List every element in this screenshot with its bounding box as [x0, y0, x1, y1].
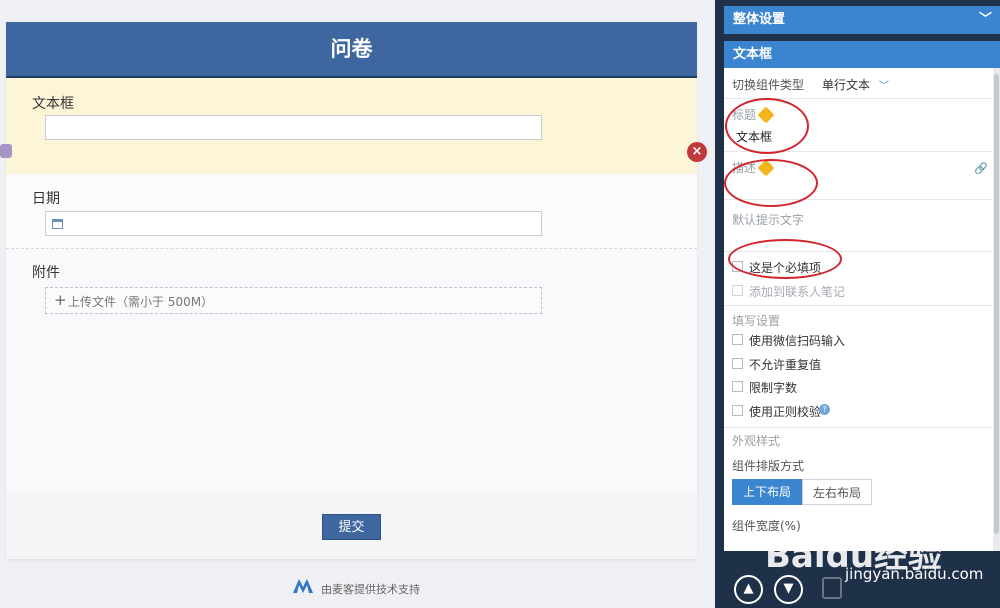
- scrollbar[interactable]: [993, 68, 1000, 551]
- scroll-down-button[interactable]: ▼: [774, 575, 803, 604]
- submit-button[interactable]: 提交: [322, 514, 381, 540]
- wechat-scan-checkbox[interactable]: [732, 334, 743, 345]
- divider: [724, 427, 992, 428]
- calendar-icon: [52, 219, 63, 229]
- limit-chars-label: 限制字数: [749, 381, 798, 395]
- footer-credit: 由麦客提供技术支持: [321, 583, 420, 596]
- appearance-label: 外观样式: [732, 434, 781, 448]
- form-title: 问卷: [330, 37, 373, 61]
- switch-type-label: 切换组件类型: [732, 78, 805, 92]
- upload-button[interactable]: + 上传文件（需小于 500M）: [45, 287, 542, 314]
- plus-icon: +: [54, 291, 67, 309]
- add-contact-label: 添加到联系人笔记: [749, 285, 846, 299]
- fill-settings-label: 填写设置: [732, 314, 781, 328]
- field-text-selected[interactable]: 文本框: [6, 78, 697, 175]
- no-duplicate-checkbox[interactable]: [732, 358, 743, 369]
- default-hint-label: 默认提示文字: [732, 213, 805, 227]
- form-canvas: 问卷 文本框 日期 附件 + 上传文件（需小于 500M） 提交 × 由麦客提供…: [0, 0, 715, 608]
- text-input[interactable]: [45, 115, 542, 140]
- submit-area: 提交: [6, 494, 697, 559]
- wechat-scan-label: 使用微信扫码输入: [749, 334, 846, 348]
- overall-settings-header[interactable]: 整体设置 ﹀: [724, 6, 1000, 34]
- add-contact-checkbox[interactable]: [732, 285, 743, 296]
- maike-logo-icon: [293, 579, 313, 593]
- limit-chars-checkbox[interactable]: [732, 381, 743, 392]
- layout-horizontal-button[interactable]: 左右布局: [802, 479, 872, 505]
- field-label: 附件: [32, 265, 60, 281]
- annotation-circle: [725, 98, 809, 154]
- link-icon[interactable]: 🔗: [974, 162, 988, 175]
- switch-type-value: 单行文本: [822, 78, 871, 92]
- field-label: 日期: [32, 191, 60, 207]
- date-input[interactable]: [45, 211, 542, 236]
- divider: [724, 305, 992, 306]
- form-card: 问卷 文本框 日期 附件 + 上传文件（需小于 500M） 提交: [6, 22, 697, 559]
- component-section-header: 文本框: [724, 41, 1000, 69]
- baidu-watermark-url: jingyan.baidu.com: [845, 565, 984, 583]
- layout-label: 组件排版方式: [732, 459, 805, 473]
- switch-type-select[interactable]: 单行文本 ﹀: [822, 76, 889, 93]
- help-icon[interactable]: ?: [819, 404, 830, 415]
- drag-handle-icon[interactable]: [0, 144, 12, 158]
- field-attachment[interactable]: 附件 + 上传文件（需小于 500M）: [6, 248, 697, 328]
- no-duplicate-label: 不允许重复值: [749, 358, 822, 372]
- chevron-down-icon: ﹀: [978, 12, 992, 27]
- delete-field-icon[interactable]: ×: [687, 142, 707, 162]
- regex-label: 使用正则校验: [749, 405, 822, 419]
- scrollbar-thumb[interactable]: [994, 74, 999, 534]
- overall-settings-label: 整体设置: [733, 12, 786, 27]
- layout-vertical-button[interactable]: 上下布局: [732, 479, 802, 505]
- save-icon[interactable]: [822, 577, 842, 599]
- component-section-title: 文本框: [733, 47, 773, 62]
- annotation-circle: [728, 239, 842, 279]
- form-header: 问卷: [6, 22, 697, 78]
- field-label: 文本框: [32, 96, 74, 112]
- scroll-up-button[interactable]: ▲: [734, 575, 763, 604]
- chevron-down-icon: ﹀: [878, 81, 889, 92]
- field-date[interactable]: 日期: [6, 174, 697, 249]
- settings-panel: 整体设置 ﹀ 文本框 切换组件类型 单行文本 ﹀ 标题 文本框 描述 🔗 默认提…: [715, 0, 1000, 608]
- regex-checkbox[interactable]: [732, 405, 743, 416]
- annotation-circle: [724, 159, 818, 207]
- upload-text: 上传文件（需小于 500M）: [68, 295, 214, 309]
